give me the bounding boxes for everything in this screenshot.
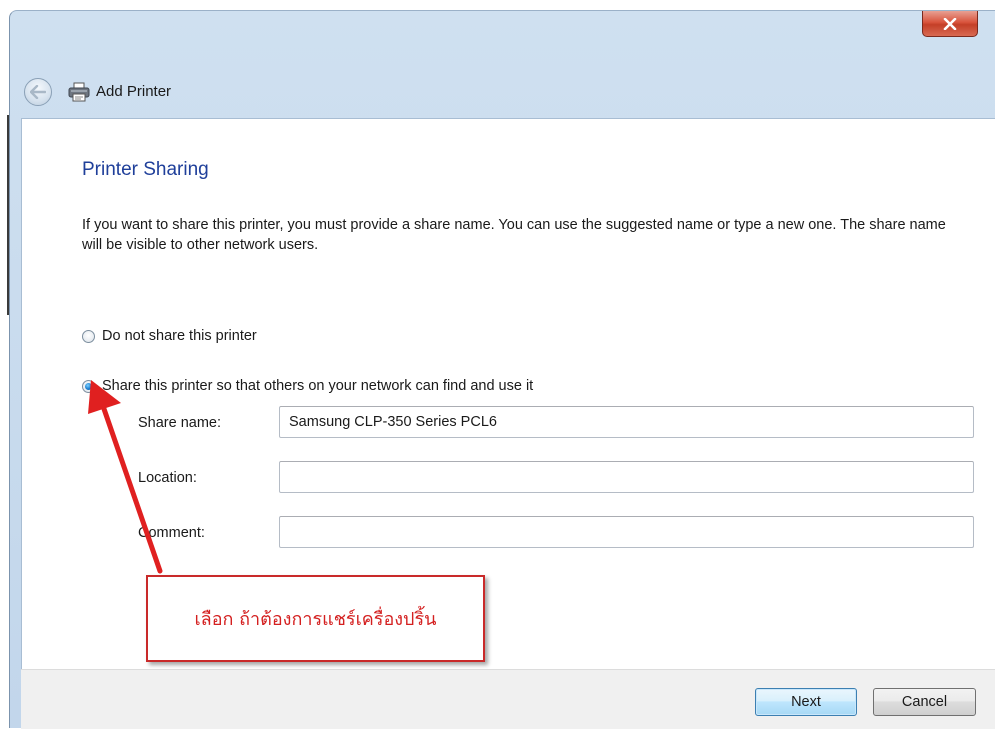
wizard-navbar: Add Printer: [10, 61, 995, 119]
next-button[interactable]: Next: [755, 688, 857, 716]
cancel-button[interactable]: Cancel: [873, 688, 976, 716]
printer-icon: [68, 82, 90, 102]
close-button[interactable]: [922, 11, 978, 37]
radio-share[interactable]: Share this printer so that others on you…: [82, 378, 533, 394]
location-label: Location:: [138, 470, 197, 486]
wizard-content: Printer Sharing If you want to share thi…: [21, 118, 995, 669]
back-button[interactable]: [24, 78, 52, 106]
radio-no-share-label: Do not share this printer: [102, 328, 257, 344]
back-arrow-icon: [30, 85, 46, 99]
share-name-input[interactable]: [279, 406, 974, 438]
radio-button-selected[interactable]: [82, 379, 95, 393]
annotation-callout: เลือก ถ้าต้องการแชร์เครื่องปริ้น: [146, 575, 485, 662]
share-name-label: Share name:: [138, 415, 222, 431]
page-heading: Printer Sharing: [82, 159, 209, 180]
wizard-title: Add Printer: [96, 83, 172, 100]
radio-selected-dot: [85, 382, 92, 390]
comment-label: Comment:: [138, 525, 205, 541]
location-input[interactable]: [279, 461, 974, 493]
title-bar: [10, 11, 995, 51]
radio-share-label: Share this printer so that others on you…: [102, 378, 534, 394]
close-icon: [943, 17, 957, 30]
add-printer-window: Add Printer Printer Sharing If you want …: [9, 10, 995, 729]
wizard-footer: Next Cancel: [21, 669, 995, 729]
radio-no-share[interactable]: Do not share this printer: [82, 328, 257, 344]
comment-input[interactable]: [279, 516, 974, 548]
radio-button-unselected[interactable]: [82, 329, 95, 343]
page-description: If you want to share this printer, you m…: [82, 217, 946, 253]
